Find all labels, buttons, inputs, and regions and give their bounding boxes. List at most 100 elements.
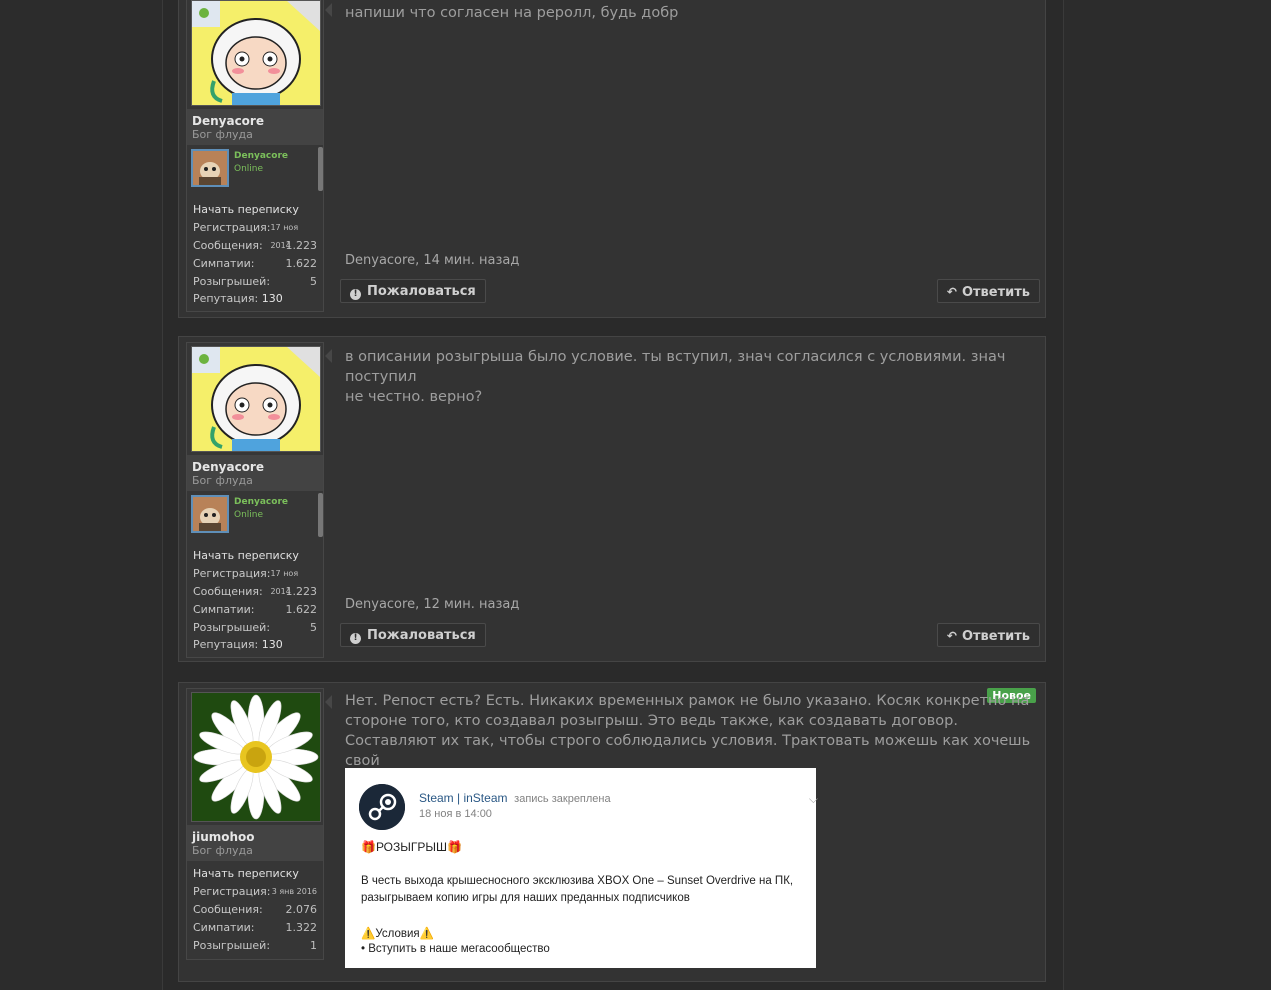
embed-pinned-label: запись закреплена	[514, 793, 611, 805]
start-conversation-link[interactable]: Начать переписку	[193, 867, 317, 880]
message-line: не честно. верно?	[345, 389, 483, 405]
stat-label: Сообщения:	[193, 239, 263, 252]
username-bar: Denyacore Бог флуда	[187, 109, 323, 145]
post-3: jiumohoo Бог флуда Начать переписку Реги…	[178, 682, 1046, 982]
stat-label: Репутация:	[193, 638, 259, 651]
mini-avatar[interactable]	[191, 149, 229, 187]
stat-label: Симпатии:	[193, 257, 255, 270]
username-bar: Denyacore Бог флуда	[187, 455, 323, 491]
stat-value: 5	[310, 275, 317, 288]
stat-label: Сообщения:	[193, 585, 263, 598]
mini-avatar[interactable]	[191, 495, 229, 533]
username[interactable]: Denyacore	[192, 114, 318, 128]
reply-label: Ответить	[961, 629, 1030, 644]
stat-value: 1.223	[285, 585, 318, 598]
post-meta[interactable]: Denyacore, 12 мин. назад	[345, 597, 519, 612]
stat-registration: Регистрация: 17 ноя 2014	[193, 219, 317, 250]
mini-scrollbar[interactable]	[318, 493, 323, 537]
stat-label: Симпатии:	[193, 603, 255, 616]
username[interactable]: jiumohoo	[192, 830, 318, 844]
username[interactable]: Denyacore	[192, 460, 318, 474]
alert-icon: !	[350, 289, 361, 300]
stat-reputation: Репутация: 130	[193, 637, 317, 653]
stat-value: 3 янв 2016	[271, 887, 317, 896]
embed-condition-item: • Вступить в наше мегасообщество	[361, 943, 550, 955]
stat-messages: Сообщения: 1.223	[193, 583, 317, 601]
stat-label: Розыгрышей:	[193, 621, 271, 634]
user-stats: Начать переписку Регистрация: 17 ноя 2014…	[187, 201, 323, 311]
report-button[interactable]: ! Пожаловаться	[340, 279, 486, 303]
stat-messages: Сообщения: 1.223	[193, 237, 317, 255]
embed-heading: 🎁РОЗЫГРЫШ🎁	[361, 840, 462, 854]
stat-value: 17 ноя 2014	[270, 569, 299, 596]
chevron-down-icon: ⌵	[808, 792, 818, 806]
user-title: Бог флуда	[192, 844, 253, 857]
reply-button[interactable]: ↶ Ответить	[936, 623, 1040, 647]
message-text: в описании розыгрыша было условие. ты вс…	[345, 347, 1045, 407]
stat-value: 130	[261, 638, 283, 651]
stat-label: Розыгрышей:	[193, 939, 271, 952]
embed-body-line: В честь выхода крышесносного эксклюзива …	[361, 875, 794, 887]
start-conversation-link[interactable]: Начать переписку	[193, 203, 317, 216]
stat-label: Сообщения:	[193, 903, 263, 916]
stat-giveaways: Розыгрышей: 1	[193, 937, 317, 955]
stat-giveaways: Розыгрышей: 5	[193, 273, 317, 291]
stat-value: 130	[261, 292, 283, 305]
stat-likes: Симпатии: 1.322	[193, 919, 317, 937]
user-info-panel: jiumohoo Бог флуда Начать переписку Реги…	[186, 688, 324, 960]
online-status: Online	[234, 510, 264, 520]
online-status: Online	[234, 164, 264, 174]
stat-registration: Регистрация: 3 янв 2016	[193, 883, 317, 901]
speech-arrow	[325, 349, 332, 363]
stat-value: 1.223	[285, 239, 318, 252]
stat-value: 17 ноя 2014	[270, 223, 299, 250]
user-avatar[interactable]	[191, 0, 321, 106]
message-text: напиши что согласен на реролл, будь добр	[345, 5, 679, 21]
speech-arrow	[325, 695, 332, 709]
report-label: Пожаловаться	[367, 628, 476, 643]
user-avatar[interactable]	[191, 346, 321, 452]
mini-profile: Denyacore Online	[187, 491, 323, 547]
message-line: в описании розыгрыша было условие. ты вс…	[345, 349, 1006, 385]
reply-icon: ↶	[946, 629, 957, 643]
user-title: Бог флуда	[192, 474, 253, 487]
stat-value: 1	[310, 939, 317, 952]
stat-likes: Симпатии: 1.622	[193, 601, 317, 619]
post-meta[interactable]: Denyacore, 14 мин. назад	[345, 253, 519, 268]
alert-icon: !	[350, 633, 361, 644]
stat-value: 1.622	[285, 603, 318, 616]
stat-reputation: Репутация: 130	[193, 291, 317, 307]
start-conversation-link[interactable]: Начать переписку	[193, 549, 317, 562]
reply-icon: ↶	[946, 285, 957, 299]
stat-giveaways: Розыгрышей: 5	[193, 619, 317, 637]
reply-button[interactable]: ↶ Ответить	[936, 279, 1040, 303]
embedded-screenshot[interactable]: Steam | inSteam запись закреплена 18 ноя…	[345, 768, 818, 968]
message-line: Нет. Репост есть? Есть. Никаких временны…	[345, 693, 1030, 709]
mini-username[interactable]: Denyacore	[234, 151, 288, 161]
message-line: Составляют их так, чтобы строго соблюдал…	[345, 733, 1031, 769]
mini-scrollbar[interactable]	[318, 147, 323, 191]
reply-label: Ответить	[961, 285, 1030, 300]
steam-logo-icon	[359, 784, 405, 830]
stat-value: 2.076	[285, 903, 318, 916]
mini-profile: Denyacore Online	[187, 145, 323, 201]
username-bar: jiumohoo Бог флуда	[187, 825, 323, 861]
stat-label: Симпатии:	[193, 921, 255, 934]
post-2: Denyacore Бог флуда Denyacore Online Нач…	[178, 336, 1046, 662]
stat-value: 1.622	[285, 257, 318, 270]
post-1: Denyacore Бог флуда Denyacore Online Нач…	[178, 0, 1046, 318]
stat-label: Регистрация:	[193, 221, 271, 234]
report-label: Пожаловаться	[367, 284, 476, 299]
stat-value: 5	[310, 621, 317, 634]
report-button[interactable]: ! Пожаловаться	[340, 623, 486, 647]
stat-value: 1.322	[285, 921, 318, 934]
stat-label: Регистрация:	[193, 885, 271, 898]
speech-arrow	[325, 3, 332, 17]
embed-date: 18 ноя в 14:00	[419, 808, 492, 820]
user-avatar[interactable]	[191, 692, 321, 822]
user-info-panel: Denyacore Бог флуда Denyacore Online Нач…	[186, 342, 324, 658]
mini-username[interactable]: Denyacore	[234, 497, 288, 507]
user-info-panel: Denyacore Бог флуда Denyacore Online Нач…	[186, 0, 324, 312]
embed-conditions: ⚠️Условия⚠️	[361, 928, 434, 940]
embed-group-name[interactable]: Steam | inSteam	[419, 791, 508, 805]
